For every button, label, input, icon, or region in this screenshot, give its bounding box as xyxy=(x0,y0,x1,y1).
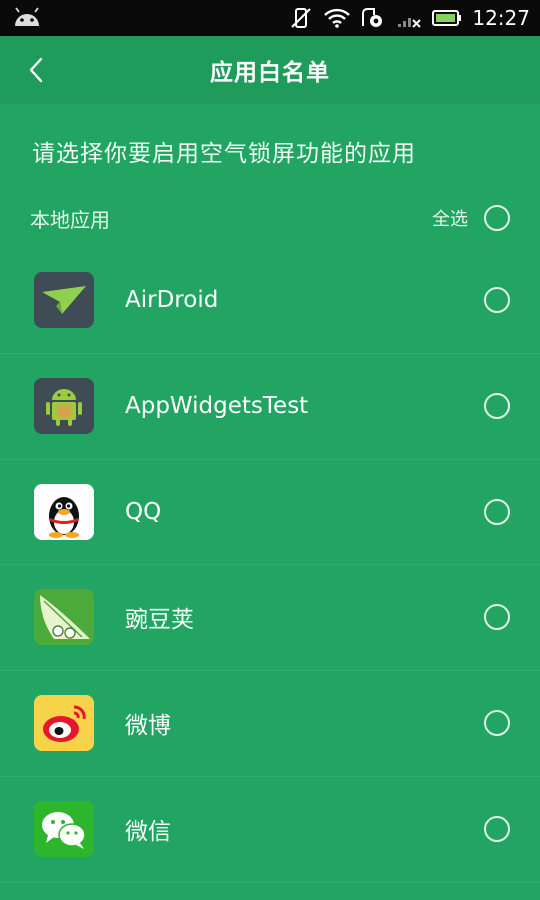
app-name: 微信 xyxy=(125,818,171,845)
app-radio[interactable] xyxy=(484,604,510,631)
android-notification-icon xyxy=(12,6,42,30)
list-item[interactable]: 微信 xyxy=(0,777,540,883)
weibo-icon xyxy=(34,695,94,752)
android-icon xyxy=(34,377,94,434)
app-name: 微博 xyxy=(125,713,171,740)
signal-icon xyxy=(396,7,422,29)
app-radio[interactable] xyxy=(484,392,510,419)
clock: 12:27 xyxy=(472,6,530,30)
wandoujia-icon xyxy=(34,589,94,646)
list-item[interactable]: 豌豆荚 xyxy=(0,565,540,672)
toolbar: 应用白名单 xyxy=(0,36,540,104)
app-list: AirDroid AppWidgetsTest QQ 豌豆荚 微博 微信 xyxy=(0,248,540,883)
app-radio[interactable] xyxy=(484,815,510,842)
section-header: 本地应用 全选 xyxy=(30,200,510,236)
select-all-toggle[interactable]: 全选 xyxy=(432,205,510,231)
section-label: 本地应用 xyxy=(30,207,110,232)
battery-icon xyxy=(432,7,462,29)
app-name: 豌豆荚 xyxy=(125,607,194,634)
status-bar: 12:27 xyxy=(0,0,540,36)
page-title: 应用白名单 xyxy=(210,60,330,86)
qq-penguin-icon xyxy=(34,483,94,540)
list-item[interactable]: AirDroid xyxy=(0,248,540,354)
app-radio[interactable] xyxy=(484,498,510,525)
wifi-icon xyxy=(324,7,351,29)
list-item[interactable]: 微博 xyxy=(0,671,540,777)
vibrate-off-icon xyxy=(288,7,314,29)
sim-data-icon xyxy=(360,7,386,29)
select-all-radio[interactable] xyxy=(484,205,510,231)
app-name: QQ xyxy=(125,498,162,525)
select-all-label: 全选 xyxy=(432,209,468,230)
instruction-text: 请选择你要启用空气锁屏功能的应用 xyxy=(32,141,416,167)
app-name: AppWidgetsTest xyxy=(125,392,309,419)
app-radio[interactable] xyxy=(484,710,510,737)
wechat-icon xyxy=(34,800,94,857)
app-name: AirDroid xyxy=(125,287,219,313)
list-item[interactable]: QQ xyxy=(0,460,540,566)
app-radio[interactable] xyxy=(484,287,510,313)
list-item[interactable]: AppWidgetsTest xyxy=(0,354,540,460)
airdroid-icon xyxy=(34,272,94,328)
